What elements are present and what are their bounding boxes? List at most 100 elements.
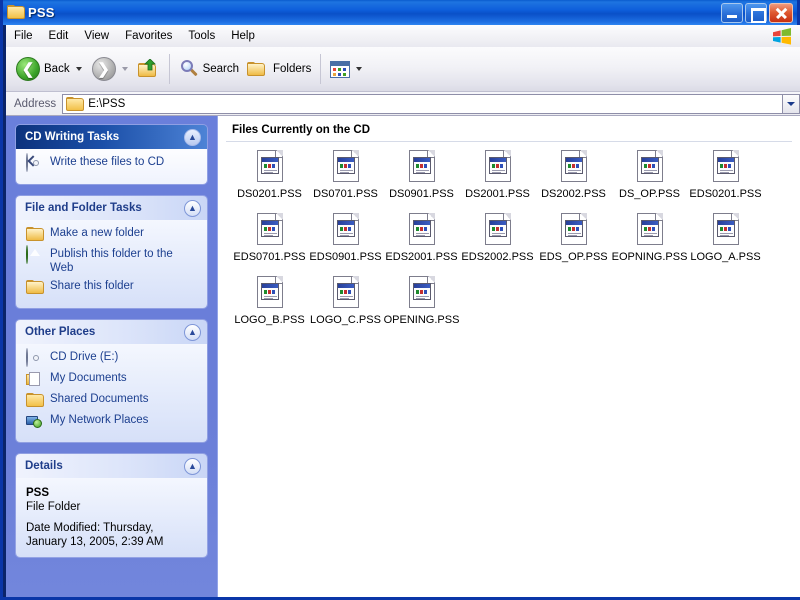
file-name: EOPNING.PSS [611,251,688,263]
network-places-icon [26,414,44,430]
panel-header-file-and-folder-tasks[interactable]: File and Folder Tasks ▲ [16,196,207,220]
chevron-up-icon[interactable]: ▲ [184,457,201,475]
file-item[interactable]: DS0701.PSS [308,150,383,201]
file-item[interactable]: DS2002.PSS [536,150,611,201]
link-label: Shared Documents [50,393,149,405]
pss-document-icon [406,150,438,184]
content-area: CD Writing Tasks ▲ Write these files to … [6,116,800,597]
menu-item-file[interactable]: File [6,28,41,44]
minimize-button[interactable] [721,2,743,23]
file-item[interactable]: EDS0701.PSS [232,213,307,264]
menu-item-help[interactable]: Help [223,28,263,44]
file-name: EDS_OP.PSS [539,251,608,263]
panel-title: File and Folder Tasks [25,202,142,214]
up-button[interactable] [134,50,164,88]
menu-item-tools[interactable]: Tools [180,28,223,44]
search-label: Search [202,63,240,75]
pss-document-icon [330,150,362,184]
pss-document-icon [634,213,666,247]
pss-document-icon [254,150,286,184]
pss-document-icon [710,150,742,184]
file-item[interactable]: DS0201.PSS [232,150,307,201]
back-dropdown-icon[interactable] [75,67,82,71]
title-bar: PSS [3,0,797,25]
link-my-network-places[interactable]: My Network Places [26,413,199,430]
folders-button[interactable]: Folders [243,50,315,88]
link-label: Make a new folder [50,227,144,239]
file-item[interactable]: DS0901.PSS [384,150,459,201]
close-button[interactable] [769,2,793,23]
file-name: DS_OP.PSS [619,188,680,200]
menu-item-edit[interactable]: Edit [41,28,77,44]
file-item[interactable]: LOGO_C.PSS [308,276,383,327]
address-input[interactable]: E:\PSS [62,93,783,114]
panel-title: Details [25,460,63,472]
menu-item-view[interactable]: View [76,28,117,44]
file-name: LOGO_B.PSS [234,314,305,326]
link-share-this-folder[interactable]: Share this folder [26,279,199,296]
link-cd-drive-e[interactable]: CD Drive (E:) [26,348,199,367]
file-item[interactable]: LOGO_B.PSS [232,276,307,327]
file-item[interactable]: LOGO_A.PSS [688,213,763,264]
link-make-a-new-folder[interactable]: Make a new folder [26,226,199,243]
file-name: EDS0201.PSS [689,188,762,200]
file-item[interactable]: DS_OP.PSS [612,150,687,201]
back-button[interactable]: ❮ Back [12,50,88,88]
forward-dropdown-icon[interactable] [121,67,128,71]
cd-burn-icon [26,153,44,172]
file-item[interactable]: EDS0901.PSS [308,213,383,264]
toolbar-separator-2 [320,54,322,84]
panel-body-details: PSS File Folder Date Modified: Thursday,… [16,478,207,557]
forward-arrow-icon: ❯ [91,57,116,81]
search-button[interactable]: Search [175,50,243,88]
views-dropdown-icon[interactable] [356,67,363,71]
link-my-documents[interactable]: My Documents [26,371,199,388]
file-name: EDS2001.PSS [385,251,458,263]
panel-header-details[interactable]: Details ▲ [16,454,207,478]
panel-header-cd-writing-tasks[interactable]: CD Writing Tasks ▲ [16,125,207,149]
views-icon [330,60,351,78]
address-label: Address [14,97,57,110]
panel-title: Other Places [25,326,96,338]
maximize-button[interactable] [745,2,767,23]
file-item[interactable]: EDS2002.PSS [460,213,535,264]
file-item[interactable]: DS2001.PSS [460,150,535,201]
file-name: DS0701.PSS [313,188,378,200]
address-dropdown-button[interactable] [783,93,800,114]
share-folder-icon [26,280,44,296]
panel-cd-writing-tasks: CD Writing Tasks ▲ Write these files to … [16,125,207,184]
chevron-down-icon [787,101,795,106]
file-name: LOGO_C.PSS [310,314,381,326]
link-publish-this-folder-to-the-web[interactable]: Publish this folder to the Web [26,245,199,275]
link-shared-documents[interactable]: Shared Documents [26,392,199,409]
menu-item-favorites[interactable]: Favorites [117,28,180,44]
file-name: DS2002.PSS [541,188,606,200]
file-item[interactable]: EDS2001.PSS [384,213,459,264]
panel-header-other-places[interactable]: Other Places ▲ [16,320,207,344]
views-button[interactable] [326,50,368,88]
file-name: LOGO_A.PSS [690,251,761,263]
file-list-pane[interactable]: Files Currently on the CD DS0201.PSS DS0… [218,116,800,597]
pss-document-icon [558,150,590,184]
file-name: EDS2002.PSS [461,251,534,263]
file-item[interactable]: EDS_OP.PSS [536,213,611,264]
details-date-modified: Date Modified: Thursday, January 13, 200… [26,522,164,548]
chevron-up-icon[interactable]: ▲ [184,199,201,217]
file-item[interactable]: EDS0201.PSS [688,150,763,201]
window-controls [721,2,797,23]
link-label: CD Drive (E:) [50,351,119,363]
address-folder-icon [66,96,85,111]
file-group-header: Files Currently on the CD [232,124,371,136]
toolbar-separator [168,54,170,84]
task-pane-sidebar: CD Writing Tasks ▲ Write these files to … [6,116,218,597]
file-item[interactable]: OPENING.PSS [384,276,459,327]
chevron-up-icon[interactable]: ▲ [184,323,201,341]
file-item[interactable]: EOPNING.PSS [612,213,687,264]
link-write-files-to-cd[interactable]: Write these files to CD [26,153,199,172]
panel-details: Details ▲ PSS File Folder Date Modified:… [16,454,207,557]
panel-title: CD Writing Tasks [25,131,120,143]
pss-document-icon [254,213,286,247]
chevron-up-icon[interactable]: ▲ [184,128,201,146]
forward-button[interactable]: ❯ [88,50,134,88]
pss-document-icon [482,213,514,247]
